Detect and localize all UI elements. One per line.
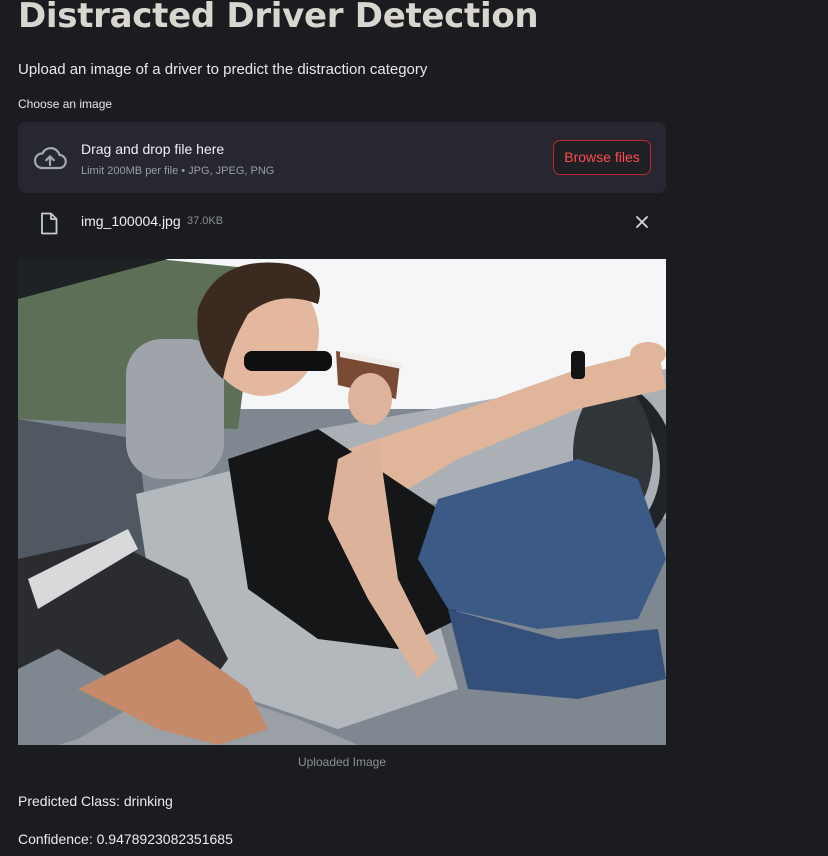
file-icon <box>41 212 58 235</box>
uploaded-file-row: img_100004.jpg 37.0KB <box>18 203 666 239</box>
uploader-label: Choose an image <box>18 97 113 111</box>
browse-files-button[interactable]: Browse files <box>553 140 651 175</box>
confidence-text: Confidence: 0.9478923082351685 <box>18 831 233 847</box>
driver-photo <box>18 259 666 745</box>
predicted-class-text: Predicted Class: drinking <box>18 793 173 809</box>
dropzone-limit-text: Limit 200MB per file • JPG, JPEG, PNG <box>81 165 275 177</box>
page-subtitle: Upload an image of a driver to predict t… <box>18 61 428 78</box>
file-dropzone[interactable]: Drag and drop file here Limit 200MB per … <box>18 122 666 193</box>
close-icon[interactable] <box>635 215 649 229</box>
dropzone-instruction: Drag and drop file here <box>81 141 225 157</box>
page-title: Distracted Driver Detection <box>18 0 539 36</box>
cloud-upload-icon <box>33 147 67 170</box>
uploaded-file-size: 37.0KB <box>187 215 224 227</box>
uploaded-image <box>18 259 666 745</box>
uploaded-file-name: img_100004.jpg <box>81 213 181 229</box>
image-caption: Uploaded Image <box>297 755 387 769</box>
app-page: Distracted Driver Detection Upload an im… <box>0 0 828 856</box>
